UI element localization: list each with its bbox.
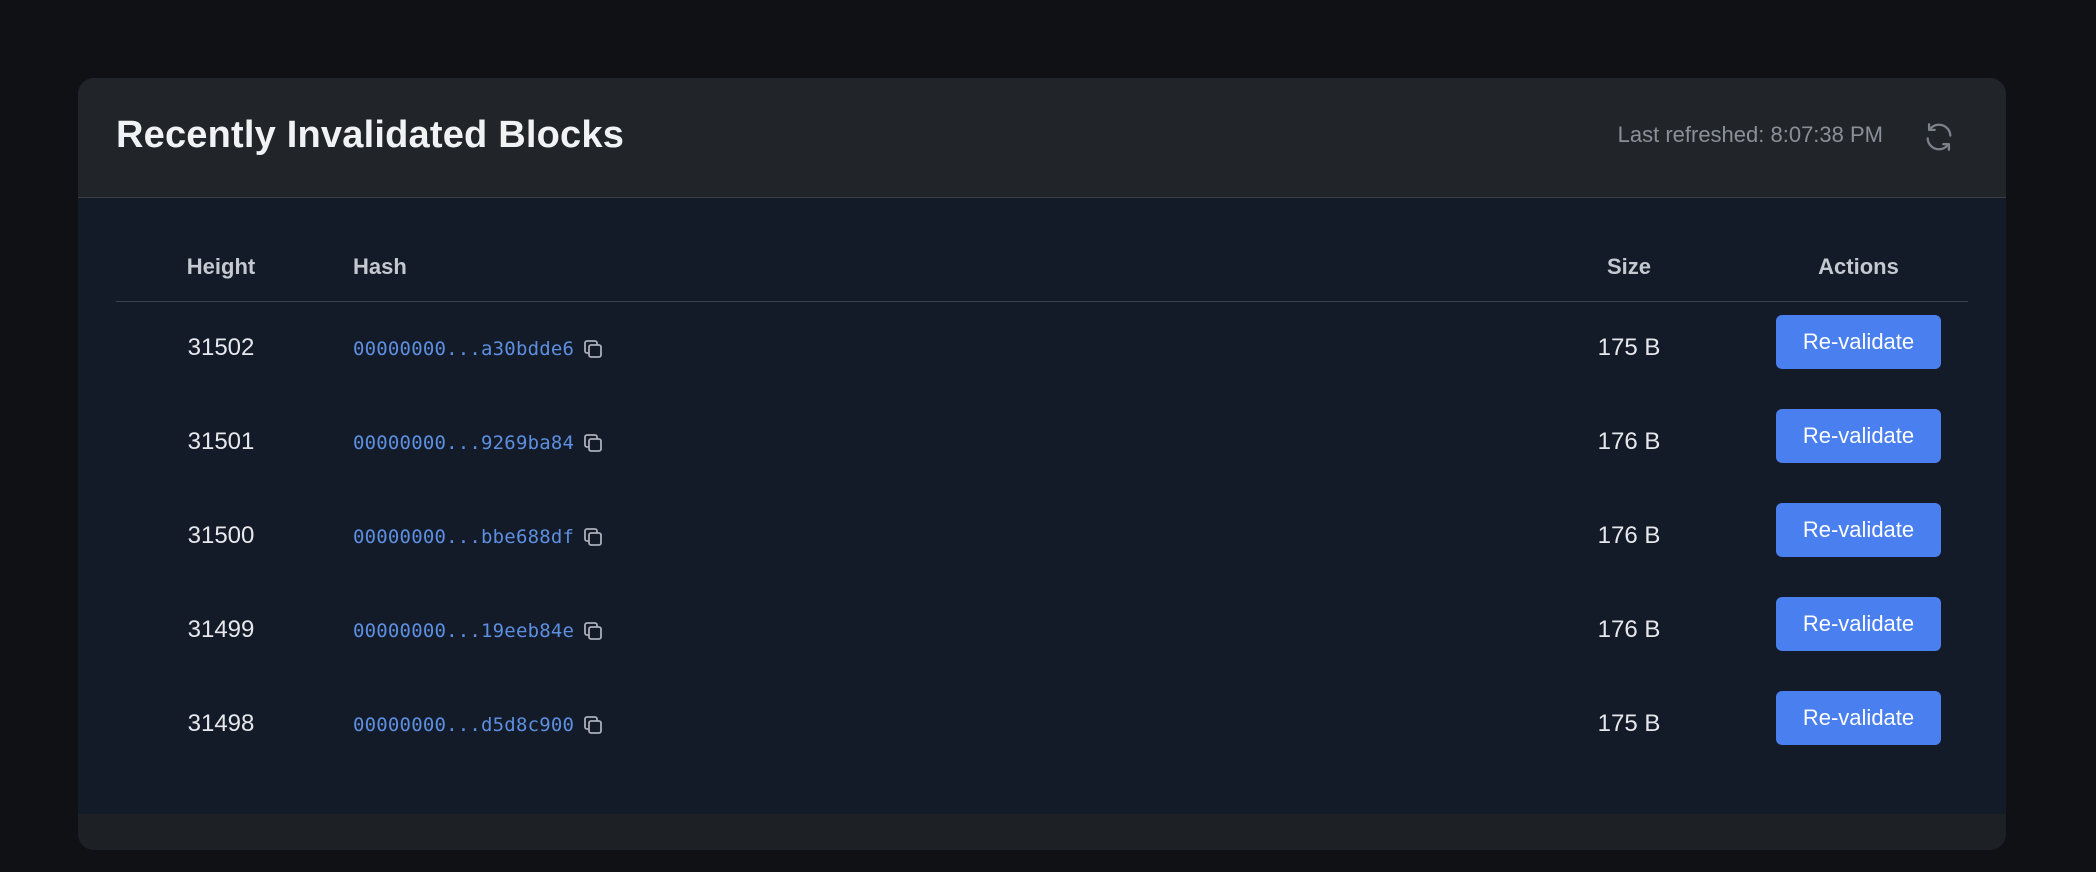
block-hash-cell: 00000000...19eeb84e: [353, 618, 606, 644]
invalidated-blocks-card: Recently Invalidated Blocks Last refresh…: [78, 78, 2006, 850]
copy-hash-button[interactable]: [580, 336, 606, 362]
table-header: Height Hash Size Actions: [116, 198, 1968, 302]
table-row: 31499 00000000...19eeb84e 176 B Re-valid…: [116, 584, 1968, 678]
block-size: 176 B: [1597, 522, 1661, 549]
block-height: 31498: [187, 710, 255, 737]
column-header-size: Size: [1606, 254, 1652, 279]
copy-icon: [584, 528, 603, 546]
block-hash-cell: 00000000...a30bdde6: [353, 336, 606, 362]
block-height: 31500: [187, 522, 255, 549]
copy-hash-button[interactable]: [580, 618, 606, 644]
block-size: 175 B: [1597, 710, 1661, 737]
block-hash-cell: 00000000...bbe688df: [353, 524, 606, 550]
copy-hash-button[interactable]: [580, 430, 606, 456]
revalidate-button[interactable]: Re-validate: [1776, 691, 1941, 745]
block-height: 31499: [187, 616, 255, 643]
block-hash-link[interactable]: 00000000...19eeb84e: [353, 620, 574, 642]
card-title: Recently Invalidated Blocks: [116, 114, 625, 156]
revalidate-button[interactable]: Re-validate: [1776, 409, 1941, 463]
block-size: 175 B: [1597, 334, 1661, 361]
blocks-table: Height Hash Size Actions 31502 00000000.…: [78, 198, 2006, 814]
copy-hash-button[interactable]: [580, 524, 606, 550]
refresh-button[interactable]: [1920, 118, 1958, 156]
table-row: 31502 00000000...a30bdde6 175 B Re-valid…: [116, 302, 1968, 396]
block-hash-cell: 00000000...9269ba84: [353, 430, 606, 456]
revalidate-button[interactable]: Re-validate: [1776, 315, 1941, 369]
table-row: 31501 00000000...9269ba84 176 B Re-valid…: [116, 396, 1968, 490]
revalidate-button[interactable]: Re-validate: [1776, 597, 1941, 651]
revalidate-button[interactable]: Re-validate: [1776, 503, 1941, 557]
block-size: 176 B: [1597, 616, 1661, 643]
table-row: 31498 00000000...d5d8c900 175 B Re-valid…: [116, 678, 1968, 772]
block-size: 176 B: [1597, 428, 1661, 455]
column-header-actions: Actions: [1818, 254, 1899, 279]
block-hash-link[interactable]: 00000000...bbe688df: [353, 526, 574, 548]
last-refreshed-text: Last refreshed: 8:07:38 PM: [1617, 122, 1883, 147]
column-header-hash: Hash: [353, 254, 407, 279]
block-hash-link[interactable]: 00000000...9269ba84: [353, 432, 574, 454]
copy-icon: [584, 622, 603, 640]
block-hash-link[interactable]: 00000000...d5d8c900: [353, 714, 574, 736]
copy-icon: [584, 340, 603, 358]
refresh-icon: [1926, 123, 1952, 151]
block-hash-cell: 00000000...d5d8c900: [353, 712, 606, 738]
copy-icon: [584, 716, 603, 734]
card-footer: [78, 814, 2006, 850]
copy-hash-button[interactable]: [580, 712, 606, 738]
block-height: 31502: [187, 334, 255, 361]
block-height: 31501: [187, 428, 255, 455]
copy-icon: [584, 434, 603, 452]
block-hash-link[interactable]: 00000000...a30bdde6: [353, 338, 574, 360]
column-header-height: Height: [186, 254, 256, 279]
table-row: 31500 00000000...bbe688df 176 B Re-valid…: [116, 490, 1968, 584]
card-header: Recently Invalidated Blocks Last refresh…: [78, 78, 2006, 198]
